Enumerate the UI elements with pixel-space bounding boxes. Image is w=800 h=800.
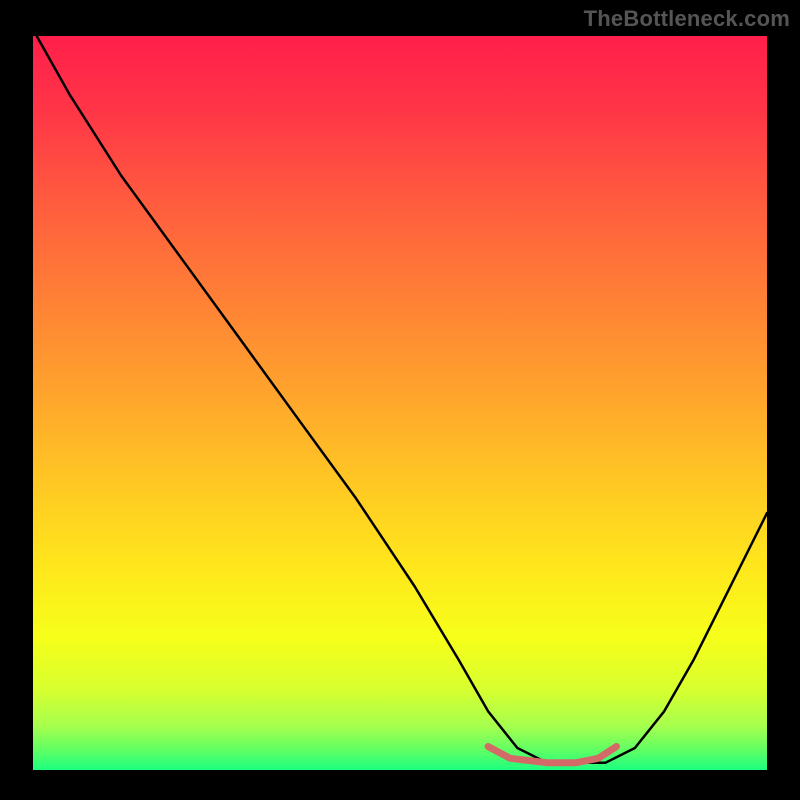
- plot-background: [33, 36, 767, 770]
- chart-container: TheBottleneck.com: [0, 0, 800, 800]
- watermark-label: TheBottleneck.com: [584, 6, 790, 32]
- bottleneck-chart: [0, 0, 800, 800]
